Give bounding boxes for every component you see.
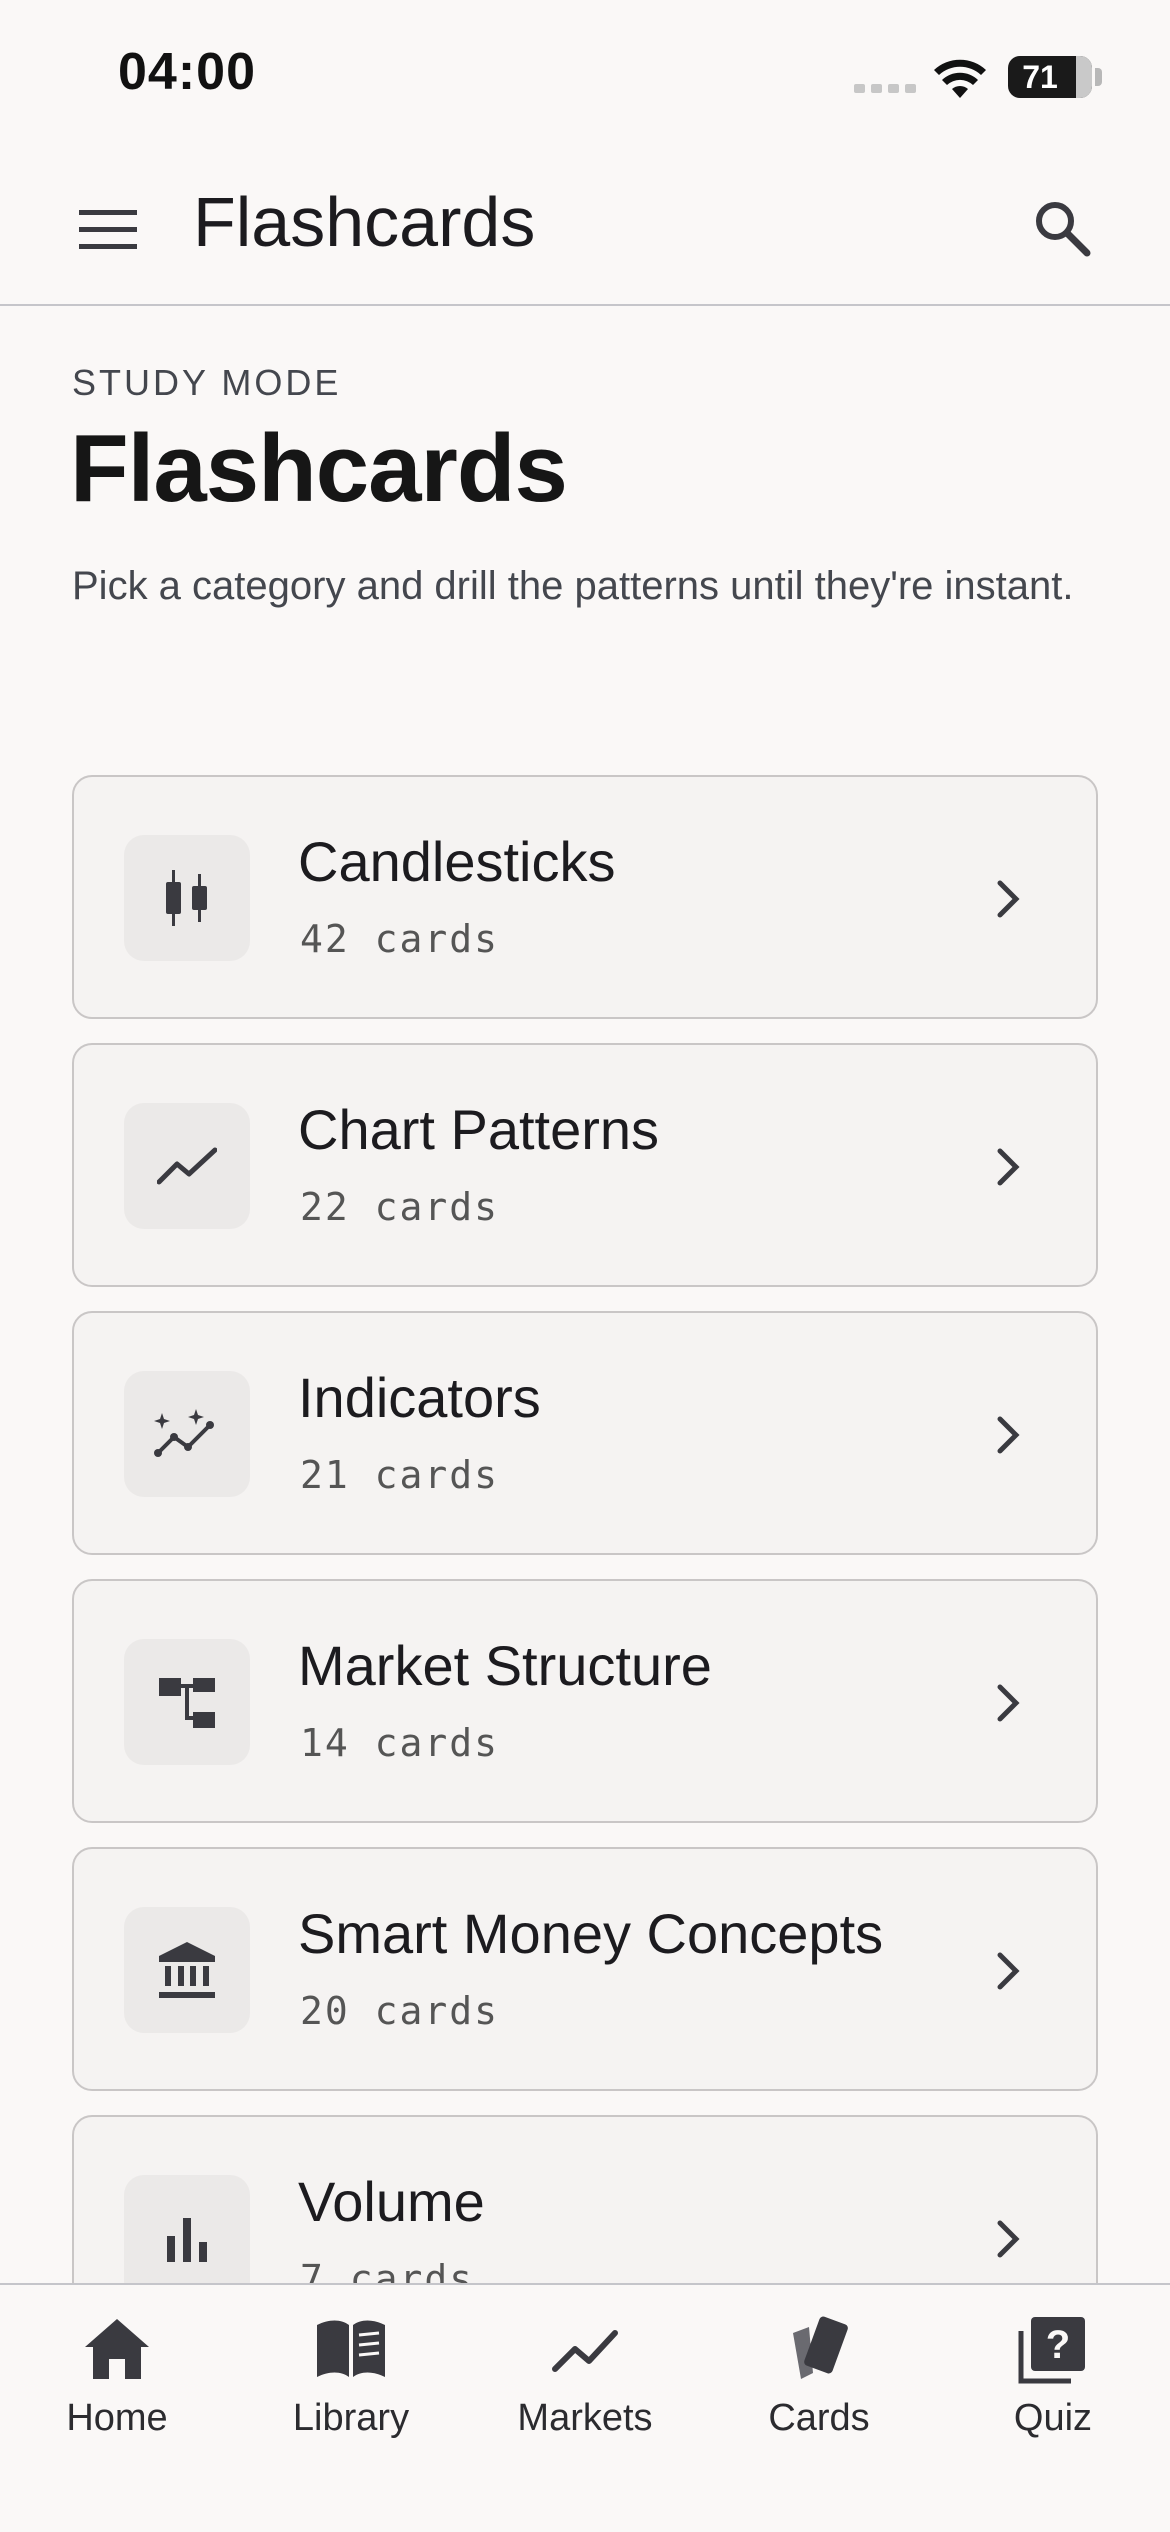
category-title: Market Structure — [298, 1634, 712, 1697]
category-card-chart-patterns[interactable]: Chart Patterns 22 cards — [72, 1043, 1098, 1287]
chevron-right-icon — [997, 1684, 1020, 1722]
page-title: Flashcards — [70, 415, 568, 522]
wifi-icon — [934, 59, 986, 98]
category-title: Chart Patterns — [298, 1098, 660, 1161]
category-count: 20 cards — [300, 1989, 500, 2033]
page-subtitle: Pick a category and drill the patterns u… — [72, 564, 1074, 608]
nav-item-quiz[interactable]: ? Quiz — [936, 2305, 1170, 2465]
icon-tile — [124, 1639, 250, 1765]
structure-icon — [159, 1678, 215, 1728]
search-button[interactable] — [1022, 188, 1102, 268]
home-icon — [85, 2319, 149, 2379]
battery-level: 71 — [1022, 59, 1058, 95]
cards-icon — [793, 2316, 848, 2379]
chevron-right-icon — [997, 1952, 1020, 1990]
screen: 04:00 71 Flashcards STUDY MODE Flashcard… — [0, 0, 1170, 2532]
nav-label: Home — [66, 2397, 168, 2439]
menu-icon — [79, 210, 137, 249]
nav-label: Library — [292, 2397, 410, 2439]
category-count: 22 cards — [300, 1185, 500, 1229]
category-card-smart-money-concepts[interactable]: Smart Money Concepts 20 cards — [72, 1847, 1098, 2091]
category-title: Volume — [298, 2170, 485, 2233]
icon-tile — [124, 1103, 250, 1229]
app-bar: Flashcards — [0, 150, 1170, 306]
chevron-right-icon — [997, 2220, 1020, 2258]
nav-item-home[interactable]: Home — [0, 2305, 234, 2465]
icon-tile — [124, 1907, 250, 2033]
nav-item-markets[interactable]: Markets — [468, 2305, 702, 2465]
category-count: 21 cards — [300, 1453, 500, 1497]
icon-tile — [124, 1371, 250, 1497]
nav-label: Cards — [768, 2397, 870, 2439]
chevron-right-icon — [997, 1148, 1020, 1186]
category-list: Candlesticks 42 cards Chart Patterns 22 … — [72, 775, 1098, 2383]
category-title: Candlesticks — [298, 830, 616, 893]
category-card-indicators[interactable]: Indicators 21 cards — [72, 1311, 1098, 1555]
status-bar: 04:00 71 — [0, 0, 1170, 150]
svg-text:?: ? — [1046, 2323, 1070, 2367]
eyebrow-label: STUDY MODE — [72, 362, 342, 403]
icon-tile — [124, 835, 250, 961]
trend-line-icon — [157, 1147, 217, 1185]
category-title: Indicators — [298, 1366, 541, 1429]
nav-item-library[interactable]: Library — [234, 2305, 468, 2465]
candlestick-icon — [166, 870, 207, 926]
sparkle-chart-icon — [154, 1409, 214, 1457]
nav-label: Quiz — [1013, 2397, 1093, 2439]
category-count: 42 cards — [300, 917, 500, 961]
chevron-right-icon — [997, 880, 1020, 918]
nav-item-cards[interactable]: Cards — [702, 2305, 936, 2465]
search-icon — [1036, 202, 1091, 257]
category-card-candlesticks[interactable]: Candlesticks 42 cards — [72, 775, 1098, 1019]
bottom-navigation: Home Library Markets Cards ? Quiz — [0, 2283, 1170, 2532]
menu-button[interactable] — [68, 190, 148, 270]
nav-label: Markets — [517, 2397, 653, 2439]
chevron-right-icon — [997, 1416, 1020, 1454]
category-count: 14 cards — [300, 1721, 500, 1765]
app-bar-title: Flashcards — [193, 183, 536, 261]
bank-icon — [159, 1942, 215, 1998]
trend-line-icon — [552, 2330, 618, 2372]
book-icon — [317, 2320, 385, 2377]
status-time: 04:00 — [118, 43, 256, 101]
category-title: Smart Money Concepts — [298, 1902, 884, 1965]
quiz-icon: ? — [1018, 2317, 1085, 2384]
category-card-market-structure[interactable]: Market Structure 14 cards — [72, 1579, 1098, 1823]
bar-chart-icon — [167, 2218, 207, 2262]
battery-icon: 71 — [1008, 56, 1102, 98]
cellular-signal-icon — [854, 84, 916, 93]
